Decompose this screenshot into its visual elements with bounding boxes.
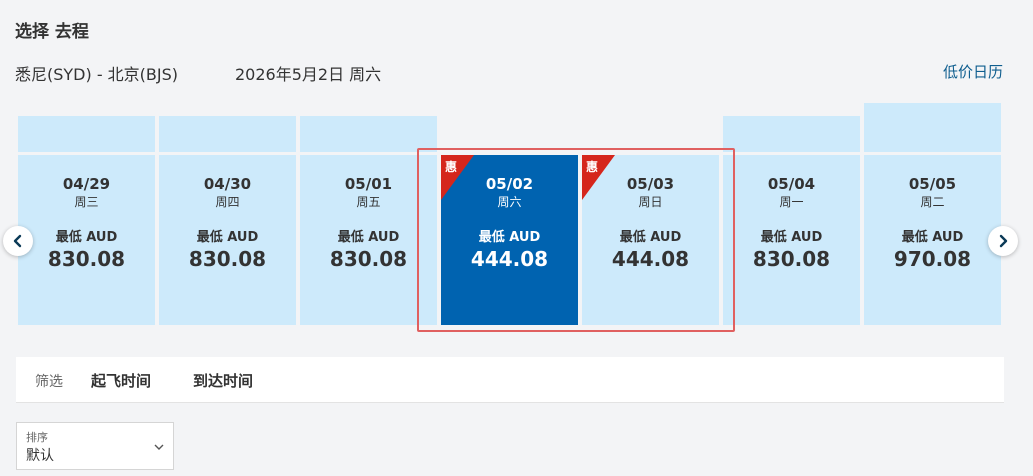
next-dates-button[interactable] [988,226,1018,256]
price-bar-0430 [159,116,296,152]
prev-dates-button[interactable] [3,226,33,256]
sort-label: 排序 [26,431,48,444]
date-card-0504[interactable]: 05/04 周一 最低 AUD 830.08 [723,155,860,325]
card-date: 05/04 [767,175,816,193]
date-card-0430[interactable]: 04/30 周四 最低 AUD 830.08 [159,155,296,325]
card-price: 830.08 [188,247,267,271]
card-price-label: 最低 AUD [196,230,259,245]
departure-time-filter[interactable]: 起飞时间 [91,370,151,391]
card-price-label: 最低 AUD [901,230,964,245]
filter-bar: 筛选 起飞时间 到达时间 [16,357,1004,403]
arrival-time-filter[interactable]: 到达时间 [193,370,253,391]
price-bar-0505 [864,103,1001,152]
travel-date: 2026年5月2日 周六 [235,65,382,84]
card-price: 830.08 [47,247,126,271]
card-price: 970.08 [893,247,972,271]
sort-select[interactable]: 排序 默认 [16,422,174,470]
card-weekday: 周一 [779,195,804,209]
date-card-0429[interactable]: 04/29 周三 最低 AUD 830.08 [18,155,155,325]
card-date: 04/30 [203,175,252,193]
price-bar-0429 [18,116,155,152]
chevron-left-icon [13,234,22,248]
date-card-0505[interactable]: 05/05 周二 最低 AUD 970.08 [864,155,1001,325]
sort-value: 默认 [26,448,54,464]
chevron-right-icon [999,234,1008,248]
card-price-label: 最低 AUD [55,230,118,245]
card-weekday: 周二 [920,195,945,209]
filter-label: 筛选 [35,374,63,390]
low-price-calendar-link[interactable]: 低价日历 [943,61,1003,82]
price-bar-0504 [723,116,860,152]
card-weekday: 周三 [74,195,99,209]
card-price-label: 最低 AUD [760,230,823,245]
route-text: 悉尼(SYD) - 北京(BJS) [15,65,179,84]
highlight-frame [417,148,735,332]
card-price: 830.08 [752,247,831,271]
card-weekday: 周四 [215,195,240,209]
price-bar-0501 [300,116,437,152]
card-date: 05/05 [908,175,957,193]
card-date: 04/29 [62,175,111,193]
chevron-down-icon [154,444,164,450]
page-title: 选择 去程 [15,22,89,42]
